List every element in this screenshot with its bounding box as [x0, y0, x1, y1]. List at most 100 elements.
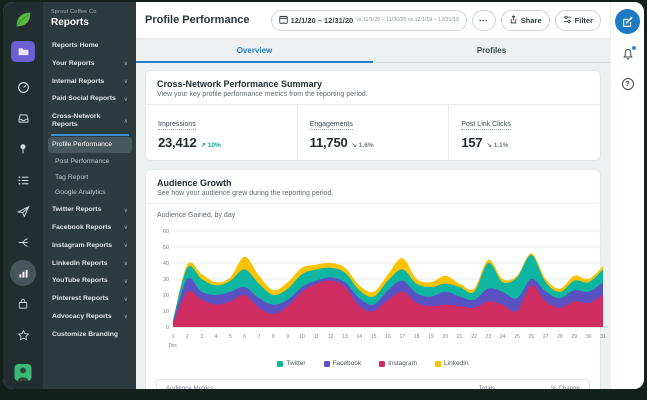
- metric-label[interactable]: Post Link Clicks: [461, 121, 510, 130]
- sidebar-item-post-performance[interactable]: Post Performance: [51, 154, 129, 170]
- folder-nav-icon[interactable]: [11, 41, 35, 62]
- legend-swatch: [277, 361, 283, 367]
- sidebar-item-label: Your Reports: [52, 60, 95, 68]
- filter-label: Filter: [575, 16, 593, 25]
- chart-legend: TwitterFacebookInstagramLinkedIn: [157, 358, 589, 373]
- legend-swatch: [324, 361, 330, 367]
- sprout-leaf-logo[interactable]: [12, 9, 34, 31]
- svg-text:9: 9: [286, 334, 289, 340]
- notifications-bell-icon[interactable]: [622, 47, 634, 65]
- sidebar-item-paid-social-reports[interactable]: Paid Social Reports∨: [51, 90, 129, 108]
- summary-title: Cross-Network Performance Summary: [157, 79, 589, 89]
- svg-text:20: 20: [163, 293, 169, 299]
- date-range-label: 12/1/20 – 12/31/20: [291, 16, 354, 25]
- tab-overview[interactable]: Overview: [136, 39, 373, 63]
- date-compare-label: vs 11/1/20 – 11/30/20 vs 12/1/19 – 12/31…: [356, 17, 459, 23]
- advocacy-star-icon[interactable]: [10, 322, 36, 348]
- svg-text:0: 0: [166, 325, 169, 331]
- chevron-down-icon: ∨: [124, 224, 128, 231]
- user-avatar[interactable]: [15, 364, 32, 381]
- metric-value: 11,750: [310, 135, 348, 150]
- audience-chart-section: Audience Gained, by day 0102030405060123…: [146, 203, 600, 375]
- svg-text:30: 30: [586, 334, 592, 340]
- sidebar-item-label: Twitter Reports: [52, 206, 101, 214]
- svg-text:21: 21: [457, 334, 463, 340]
- publishing-paper-plane-icon[interactable]: [10, 198, 36, 224]
- sidebar-item-youtube-reports[interactable]: YouTube Reports∨: [51, 272, 129, 290]
- notification-dot: [632, 46, 636, 50]
- pin-icon[interactable]: [10, 136, 36, 162]
- sidebar-title: Reports: [51, 17, 129, 28]
- dashboard-icon[interactable]: [10, 74, 36, 100]
- share-button[interactable]: Share: [501, 10, 550, 31]
- table-header-totals: Totals: [400, 385, 495, 389]
- sidebar-item-label: Pinterest Reports: [52, 295, 109, 303]
- feeds-list-icon[interactable]: [10, 167, 36, 193]
- chevron-down-icon: ∨: [124, 242, 128, 249]
- metric-value: 23,412: [158, 135, 197, 150]
- sidebar-item-label: Tag Report: [55, 174, 88, 182]
- audience-title: Audience Growth: [157, 178, 589, 188]
- sidebar-item-instagram-reports[interactable]: Instagram Reports∨: [51, 237, 129, 255]
- svg-text:13: 13: [342, 334, 348, 340]
- sidebar-item-label: Reports Home: [52, 42, 98, 50]
- sidebar-item-linkedin-reports[interactable]: LinkedIn Reports∨: [51, 255, 129, 273]
- sidebar-item-label: Advocacy Reports: [52, 313, 112, 321]
- chevron-down-icon: ∨: [124, 96, 128, 103]
- app-window: Sprout Coffee Co Reports Reports HomeYou…: [3, 2, 644, 389]
- sidebar-item-tag-report[interactable]: Tag Report: [51, 170, 129, 186]
- svg-text:1: 1: [172, 334, 175, 340]
- metric-delta: ↘ 1.6%: [352, 141, 374, 149]
- sidebar-item-customize-branding[interactable]: Customize Branding: [51, 326, 129, 344]
- svg-text:28: 28: [557, 334, 563, 340]
- sidebar-item-label: Cross-Network Reports: [52, 113, 122, 129]
- sidebar-item-facebook-reports[interactable]: Facebook Reports ∨: [51, 219, 129, 237]
- svg-text:4: 4: [215, 334, 218, 340]
- report-content: Cross-Network Performance Summary View y…: [136, 63, 610, 389]
- metric-label[interactable]: Engagements: [310, 121, 353, 130]
- inbox-icon[interactable]: [10, 105, 36, 131]
- chevron-down-icon: ∨: [124, 296, 128, 303]
- audience-area-chart: 0102030405060123456789101112131415161718…: [157, 225, 589, 358]
- sidebar-item-label: Post Performance: [55, 158, 109, 166]
- sidebar-item-profile-performance[interactable]: Profile Performance: [48, 137, 132, 153]
- tab-profiles[interactable]: Profiles: [373, 39, 610, 63]
- table-header-audience-metrics: Audience Metrics: [166, 385, 400, 389]
- table-header-change: % Change: [495, 385, 580, 389]
- sidebar-item-twitter-reports[interactable]: Twitter Reports∨: [51, 201, 129, 219]
- listening-split-icon[interactable]: [10, 229, 36, 255]
- legend-item-twitter: Twitter: [277, 360, 305, 367]
- chart-axis-title: Audience Gained, by day: [157, 212, 589, 219]
- summary-subtitle: View your key profile performance metric…: [157, 91, 589, 98]
- sidebar-item-cross-network-reports[interactable]: Cross-Network Reports∧: [51, 108, 129, 136]
- sidebar-item-google-analytics[interactable]: Google Analytics: [51, 185, 129, 201]
- chevron-up-icon: ∧: [124, 118, 128, 125]
- sidebar-item-label: YouTube Reports: [52, 277, 108, 285]
- sidebar-item-pinterest-reports[interactable]: Pinterest Reports ∨: [51, 290, 129, 308]
- chevron-down-icon: ∨: [124, 60, 128, 67]
- help-icon[interactable]: ?: [622, 78, 634, 90]
- sidebar-item-label: Profile Performance: [52, 141, 112, 149]
- svg-text:27: 27: [543, 334, 549, 340]
- svg-text:10: 10: [163, 309, 169, 315]
- reports-sidebar: Sprout Coffee Co Reports Reports HomeYou…: [43, 2, 136, 389]
- app-icon-rail: [3, 2, 43, 389]
- reports-bar-chart-icon[interactable]: [10, 260, 36, 286]
- compose-button[interactable]: [615, 9, 640, 34]
- sidebar-item-label: Customize Branding: [52, 331, 118, 339]
- svg-text:50: 50: [163, 245, 169, 251]
- legend-item-instagram: Instagram: [379, 360, 417, 367]
- metric-label[interactable]: Impressions: [158, 121, 196, 130]
- audience-metrics-table: Audience MetricsTotals% Change Total Aud…: [156, 379, 590, 389]
- date-range-button[interactable]: 12/1/20 – 12/31/20 vs 11/1/20 – 11/30/20…: [271, 10, 467, 31]
- more-options-button[interactable]: ⋯: [472, 10, 496, 31]
- sidebar-item-advocacy-reports[interactable]: Advocacy Reports∨: [51, 308, 129, 326]
- sidebar-item-reports-home[interactable]: Reports Home: [51, 37, 129, 55]
- filter-button[interactable]: Filter: [555, 10, 601, 31]
- svg-text:17: 17: [400, 334, 406, 340]
- svg-text:16: 16: [385, 334, 391, 340]
- sidebar-item-your-reports[interactable]: Your Reports ∨: [51, 55, 129, 73]
- sidebar-item-internal-reports[interactable]: Internal Reports∨: [51, 73, 129, 91]
- sidebar-item-label: Facebook Reports: [52, 224, 111, 232]
- store-bag-icon[interactable]: [10, 291, 36, 317]
